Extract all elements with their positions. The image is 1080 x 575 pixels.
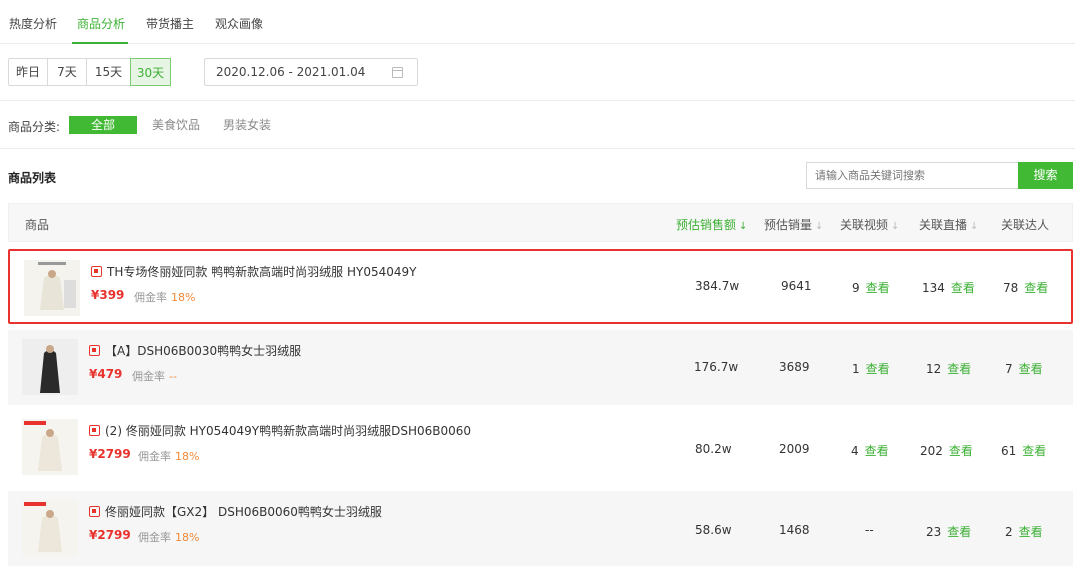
view-videos-link[interactable]: 查看 <box>866 362 890 376</box>
videos-count: -- <box>865 523 874 537</box>
view-lives-link[interactable]: 查看 <box>947 362 971 376</box>
range-30-days[interactable]: 30天 <box>130 58 171 86</box>
product-thumbnail <box>22 339 78 395</box>
lives-count: 12 查看 <box>926 362 972 376</box>
lives-count: 202 查看 <box>920 444 973 458</box>
lives-count: 134 查看 <box>922 281 975 295</box>
range-yesterday[interactable]: 昨日 <box>9 59 48 85</box>
column-videos[interactable]: 关联视频 ↓ <box>840 216 899 233</box>
product-thumbnail <box>22 500 78 556</box>
range-7-days[interactable]: 7天 <box>48 59 87 85</box>
product-price: ¥399 <box>91 288 125 302</box>
category-food-drink[interactable]: 美食饮品 <box>152 116 200 134</box>
search-button[interactable]: 搜索 <box>1018 162 1073 189</box>
date-range-picker[interactable]: 2020.12.06 - 2021.01.04 <box>204 58 418 86</box>
product-title[interactable]: 佟丽娅同款【GX2】 DSH06B0060鸭鸭女士羽绒服 <box>89 503 382 520</box>
sort-arrow-icon: ↓ <box>970 221 979 232</box>
column-sales-volume-label: 预估销量 <box>764 218 813 232</box>
product-title[interactable]: (2) 佟丽娅同款 HY054049Y鸭鸭新款高端时尚羽绒服DSH06B0060 <box>89 422 471 439</box>
table-row[interactable]: 【A】DSH06B0030鸭鸭女士羽绒服 ¥479 佣金率 -- 176.7w 3… <box>8 330 1073 405</box>
product-list-title: 商品列表 <box>8 171 57 185</box>
sales-amount: 58.6w <box>695 523 732 537</box>
table-row[interactable]: TH专场佟丽娅同款 鸭鸭新款高端时尚羽绒服 HY054049Y ¥399 佣金率… <box>8 249 1073 324</box>
column-videos-label: 关联视频 <box>840 218 889 232</box>
shop-icon <box>89 506 100 517</box>
product-thumbnail <box>22 419 78 475</box>
product-search-input[interactable] <box>806 162 1018 189</box>
view-influencers-link[interactable]: 查看 <box>1024 281 1048 295</box>
active-tab-underline <box>72 42 128 44</box>
influencers-count: 7 查看 <box>1005 362 1043 376</box>
influencers-count: 61 查看 <box>1001 444 1047 458</box>
sales-volume: 2009 <box>779 442 810 456</box>
videos-count: 9 查看 <box>852 281 890 295</box>
sales-volume: 3689 <box>779 360 810 374</box>
influencers-count: 78 查看 <box>1003 281 1049 295</box>
videos-count: 1 查看 <box>852 362 890 376</box>
table-row[interactable]: (2) 佟丽娅同款 HY054049Y鸭鸭新款高端时尚羽绒服DSH06B0060… <box>8 410 1073 485</box>
category-label: 商品分类: <box>8 120 61 134</box>
category-all[interactable]: 全部 <box>69 116 137 134</box>
sort-arrow-icon: ↓ <box>815 221 824 232</box>
divider <box>0 148 1075 149</box>
influencers-count: 2 查看 <box>1005 525 1043 539</box>
sales-volume: 1468 <box>779 523 810 537</box>
range-15-days[interactable]: 15天 <box>87 59 131 85</box>
column-sales-volume[interactable]: 预估销量 ↓ <box>764 216 823 233</box>
tab-sales-hosts[interactable]: 带货播主 <box>146 15 194 32</box>
column-sales-amount[interactable]: 预估销售额 ↓ <box>676 216 747 233</box>
sales-amount: 80.2w <box>695 442 732 456</box>
commission-rate: 佣金率 18% <box>138 531 200 544</box>
commission-rate: 佣金率 -- <box>132 370 177 383</box>
videos-count: 4 查看 <box>851 444 889 458</box>
view-videos-link[interactable]: 查看 <box>866 281 890 295</box>
view-influencers-link[interactable]: 查看 <box>1019 362 1043 376</box>
table-row[interactable]: 佟丽娅同款【GX2】 DSH06B0060鸭鸭女士羽绒服 ¥2799 佣金率 18… <box>8 491 1073 566</box>
product-price: ¥479 <box>89 367 123 381</box>
product-thumbnail <box>24 260 80 316</box>
date-range-segments: 昨日 7天 15天 30天 <box>8 58 171 86</box>
category-apparel[interactable]: 男装女装 <box>223 116 271 134</box>
table-header: 商品 预估销售额 ↓ 预估销量 ↓ 关联视频 ↓ 关联直播 ↓ 关联达人 <box>8 203 1073 242</box>
column-sales-amount-label: 预估销售额 <box>676 218 737 232</box>
tab-heat-analysis[interactable]: 热度分析 <box>9 15 57 32</box>
calendar-icon <box>392 67 403 78</box>
view-lives-link[interactable]: 查看 <box>949 444 973 458</box>
product-title[interactable]: 【A】DSH06B0030鸭鸭女士羽绒服 <box>89 342 301 359</box>
sales-amount: 176.7w <box>694 360 739 374</box>
column-lives[interactable]: 关联直播 ↓ <box>919 216 978 233</box>
product-price: ¥2799 <box>89 528 131 542</box>
top-tabs: 热度分析 商品分析 带货播主 观众画像 <box>0 0 1075 44</box>
column-product: 商品 <box>25 218 50 232</box>
view-influencers-link[interactable]: 查看 <box>1019 525 1043 539</box>
view-lives-link[interactable]: 查看 <box>947 525 971 539</box>
column-lives-label: 关联直播 <box>919 218 968 232</box>
lives-count: 23 查看 <box>926 525 972 539</box>
sales-volume: 9641 <box>781 279 812 293</box>
column-influencers[interactable]: 关联达人 <box>1001 216 1049 233</box>
sort-arrow-icon: ↓ <box>739 221 748 232</box>
commission-rate: 佣金率 18% <box>138 450 200 463</box>
tab-product-analysis[interactable]: 商品分析 <box>77 15 125 32</box>
shop-icon <box>91 266 102 277</box>
product-title[interactable]: TH专场佟丽娅同款 鸭鸭新款高端时尚羽绒服 HY054049Y <box>91 263 416 280</box>
view-influencers-link[interactable]: 查看 <box>1022 444 1046 458</box>
tab-audience-profile[interactable]: 观众画像 <box>215 15 263 32</box>
product-price: ¥2799 <box>89 447 131 461</box>
sales-amount: 384.7w <box>695 279 740 293</box>
view-lives-link[interactable]: 查看 <box>951 281 975 295</box>
shop-icon <box>89 345 100 356</box>
commission-rate: 佣金率 18% <box>134 291 196 304</box>
divider <box>0 100 1075 101</box>
sort-arrow-icon: ↓ <box>891 221 900 232</box>
view-videos-link[interactable]: 查看 <box>865 444 889 458</box>
shop-icon <box>89 425 100 436</box>
date-range-value: 2020.12.06 - 2021.01.04 <box>216 65 366 79</box>
